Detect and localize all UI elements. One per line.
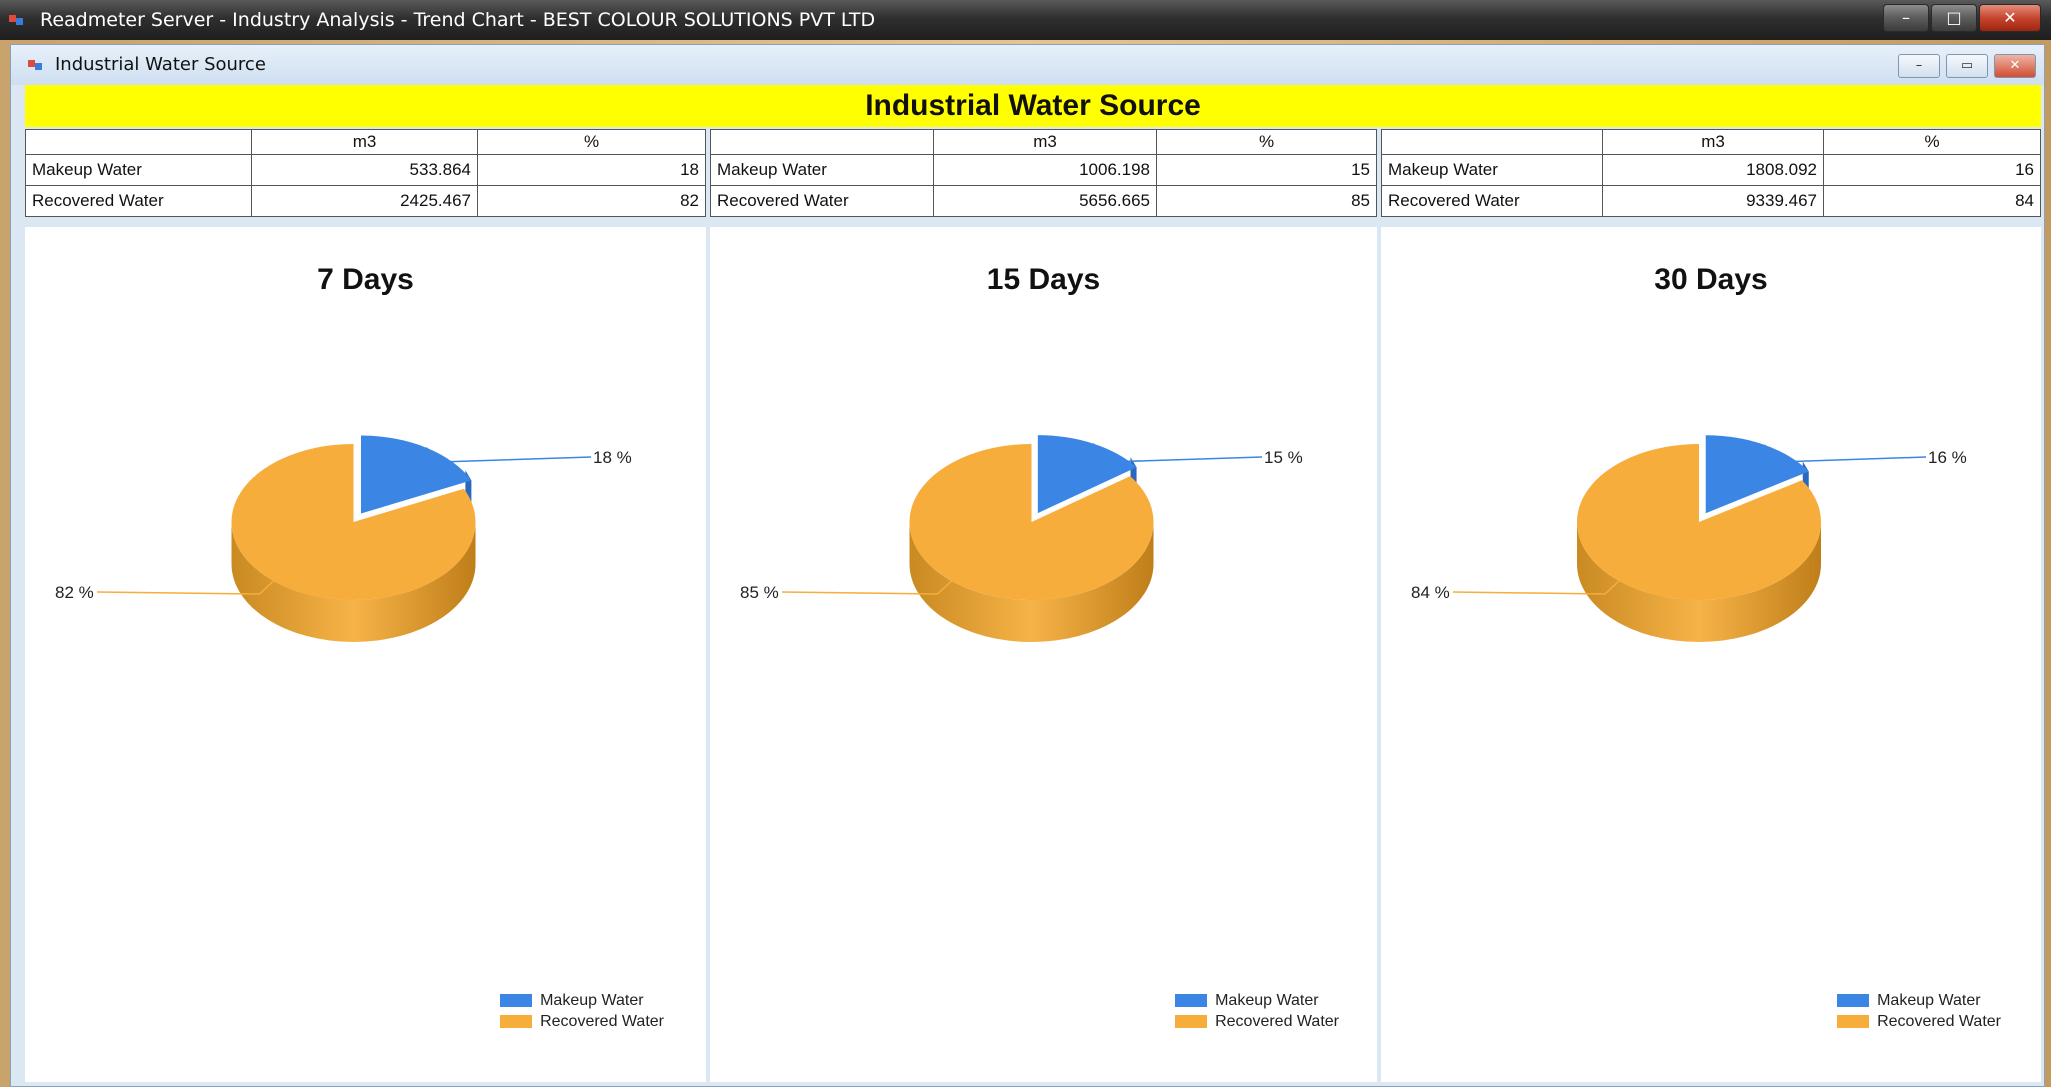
table-7-days: m3 % Makeup Water 533.864 18 Recovered W… (25, 129, 706, 217)
row-label: Recovered Water (710, 185, 934, 217)
child-title-bar: Industrial Water Source – ▭ ✕ (11, 45, 2044, 85)
legend-label: Recovered Water (1215, 1012, 1339, 1030)
data-label-makeup: 18 % (593, 448, 632, 467)
restore-button[interactable]: □ (1931, 4, 1977, 32)
row-percent: 16 (1823, 154, 2041, 186)
child-minimize-button[interactable]: – (1898, 54, 1940, 78)
child-window: Industrial Water Source – ▭ ✕ Industrial… (10, 44, 2045, 1087)
legend-swatch-recovered (1175, 1015, 1208, 1028)
chart-legend: Makeup Water Recovered Water (500, 990, 664, 1032)
table-header-blank (25, 129, 252, 155)
table-header-blank (710, 129, 934, 155)
pie-chart[interactable]: 16 % 84 % (1381, 227, 2041, 1082)
leader-line-makeup (425, 447, 592, 463)
chart-legend: Makeup Water Recovered Water (1175, 990, 1339, 1032)
app-title: Readmeter Server - Industry Analysis - T… (40, 9, 876, 31)
row-percent: 15 (1156, 154, 1377, 186)
table-row: Makeup Water 1006.198 15 (710, 154, 1377, 186)
pie-chart[interactable]: 18 % 82 % (25, 227, 706, 1082)
legend-label: Makeup Water (1215, 991, 1319, 1009)
table-header-m3: m3 (251, 129, 478, 155)
table-header-percent: % (477, 129, 706, 155)
chart-panel-30-days: 30 Days 16 % 84 % Makeup Water Recovered … (1381, 227, 2041, 1082)
row-m3: 1808.092 (1602, 154, 1824, 186)
table-row: Recovered Water 9339.467 84 (1381, 185, 2041, 217)
chart-panel-15-days: 15 Days 15 % 85 % Makeup Water Recovered … (710, 227, 1377, 1082)
table-header-blank (1381, 129, 1603, 155)
row-percent: 82 (477, 185, 706, 217)
table-row: Recovered Water 2425.467 82 (25, 185, 706, 217)
row-m3: 533.864 (251, 154, 478, 186)
table-15-days: m3 % Makeup Water 1006.198 15 Recovered … (710, 129, 1377, 217)
table-row: Makeup Water 533.864 18 (25, 154, 706, 186)
data-label-makeup: 16 % (1928, 448, 1967, 467)
child-window-icon (28, 60, 42, 70)
legend-swatch-makeup (1837, 994, 1870, 1007)
chart-panel-7-days: 7 Days 18 % 82 % Makeup Water Recovered W… (25, 227, 706, 1082)
table-row: Makeup Water 1808.092 16 (1381, 154, 2041, 186)
data-label-recovered: 85 % (740, 583, 779, 602)
legend-swatch-makeup (1175, 994, 1208, 1007)
data-label-makeup: 15 % (1264, 448, 1303, 467)
table-header-percent: % (1823, 129, 2041, 155)
chart-legend: Makeup Water Recovered Water (1837, 990, 2001, 1032)
app-window-icon (9, 15, 23, 25)
legend-label: Recovered Water (540, 1012, 664, 1030)
table-30-days: m3 % Makeup Water 1808.092 16 Recovered … (1381, 129, 2041, 217)
row-m3: 1006.198 (933, 154, 1157, 186)
row-percent: 84 (1823, 185, 2041, 217)
table-header-m3: m3 (933, 129, 1157, 155)
legend-swatch-makeup (500, 994, 533, 1007)
data-label-recovered: 82 % (55, 583, 94, 602)
child-close-button[interactable]: ✕ (1994, 54, 2036, 78)
pie-chart[interactable]: 15 % 85 % (710, 227, 1377, 1082)
child-restore-button[interactable]: ▭ (1946, 54, 1988, 78)
child-title: Industrial Water Source (55, 54, 266, 75)
data-label-recovered: 84 % (1411, 583, 1450, 602)
minimize-button[interactable]: – (1883, 4, 1929, 32)
table-header-percent: % (1156, 129, 1377, 155)
legend-swatch-recovered (500, 1015, 533, 1028)
row-label: Makeup Water (1381, 154, 1603, 186)
legend-label: Makeup Water (540, 991, 644, 1009)
app-title-bar: Readmeter Server - Industry Analysis - T… (0, 0, 2051, 40)
row-label: Recovered Water (1381, 185, 1603, 217)
row-percent: 85 (1156, 185, 1377, 217)
table-header-m3: m3 (1602, 129, 1824, 155)
row-m3: 5656.665 (933, 185, 1157, 217)
legend-label: Makeup Water (1877, 991, 1981, 1009)
row-label: Makeup Water (25, 154, 252, 186)
page-banner: Industrial Water Source (25, 85, 2041, 127)
table-row: Recovered Water 5656.665 85 (710, 185, 1377, 217)
row-label: Makeup Water (710, 154, 934, 186)
row-m3: 9339.467 (1602, 185, 1824, 217)
legend-label: Recovered Water (1877, 1012, 2001, 1030)
row-label: Recovered Water (25, 185, 252, 217)
row-m3: 2425.467 (251, 185, 478, 217)
row-percent: 18 (477, 154, 706, 186)
close-button[interactable]: ✕ (1979, 4, 2041, 32)
legend-swatch-recovered (1837, 1015, 1870, 1028)
